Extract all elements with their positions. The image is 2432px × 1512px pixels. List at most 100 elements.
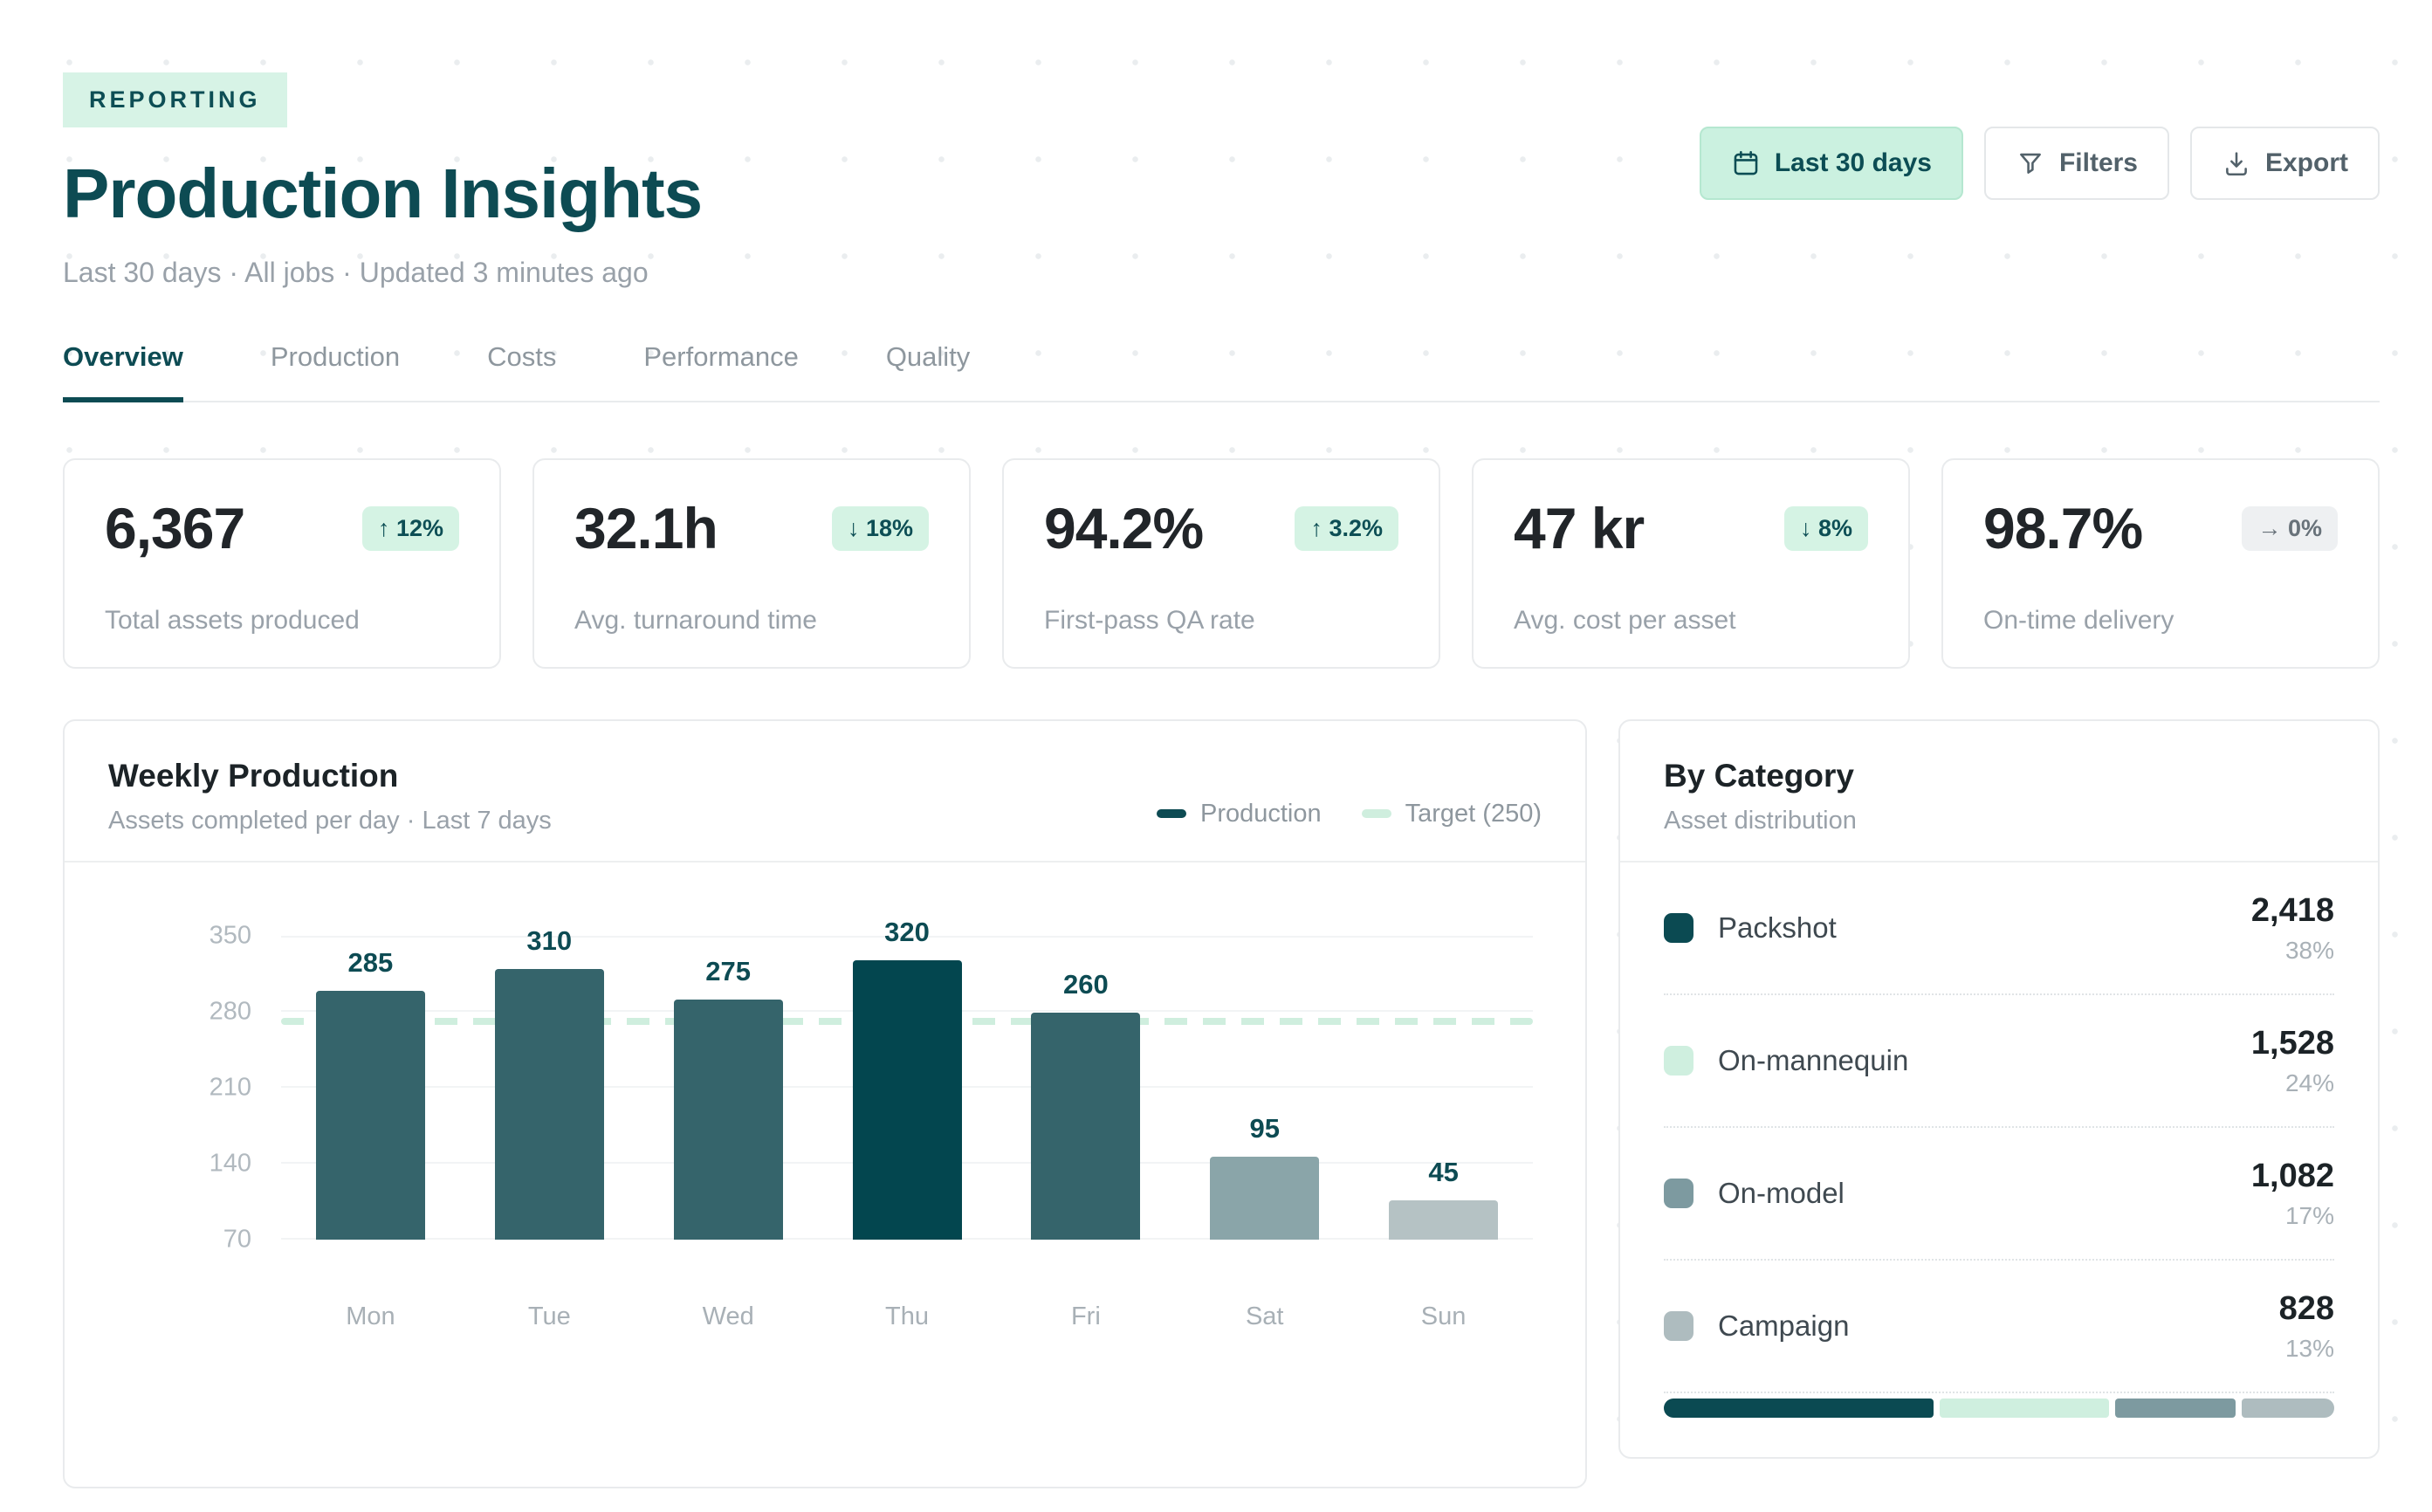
x-tick-mon: Mon xyxy=(281,1302,460,1331)
category-distribution-bar xyxy=(1664,1399,2334,1418)
reporting-badge: REPORTING xyxy=(63,72,287,127)
category-label: Campaign xyxy=(1718,1309,1849,1343)
category-label: On-mannequin xyxy=(1718,1044,1908,1077)
export-button[interactable]: Export xyxy=(2190,127,2380,200)
bar-value-label: 260 xyxy=(1063,969,1109,1000)
category-left: Packshot xyxy=(1664,911,1837,945)
kpi-card-turnaround: 32.1h ↓ 18% Avg. turnaround time xyxy=(532,458,971,669)
category-swatch xyxy=(1664,1311,1693,1341)
weekly-production-panel: Weekly Production Assets completed per d… xyxy=(63,719,1587,1488)
bar-thu[interactable]: 320 xyxy=(853,960,962,1240)
kpi-card-total-assets: 6,367 ↑ 12% Total assets produced xyxy=(63,458,501,669)
y-tick-label: 280 xyxy=(210,998,251,1027)
category-right: 1,528 24% xyxy=(2251,1025,2334,1097)
bar-fri[interactable]: 260 xyxy=(1031,1013,1140,1240)
category-swatch xyxy=(1664,1179,1693,1208)
filter-icon xyxy=(2016,148,2045,178)
category-label: Packshot xyxy=(1718,911,1837,945)
kpi-top: 32.1h ↓ 18% xyxy=(574,495,929,561)
legend-item-target: Target (250) xyxy=(1362,800,1542,828)
kpi-card-cost-per-asset: 47 kr ↓ 8% Avg. cost per asset xyxy=(1472,458,1910,669)
category-label: On-model xyxy=(1718,1177,1845,1210)
kpi-top: 94.2% ↑ 3.2% xyxy=(1044,495,1398,561)
category-right: 2,418 38% xyxy=(2251,892,2334,965)
tab-quality[interactable]: Quality xyxy=(886,341,970,401)
category-swatch xyxy=(1664,913,1693,943)
header-actions: Last 30 days Filters Export xyxy=(1700,127,2380,200)
kpi-card-on-time: 98.7% → 0% On-time delivery xyxy=(1941,458,2380,669)
by-category-title: By Category xyxy=(1664,758,1857,794)
production-insights-page: REPORTING Production Insights Last 30 da… xyxy=(0,0,2432,1488)
category-value: 1,082 xyxy=(2251,1158,2334,1195)
bar-column-fri: 260 xyxy=(996,936,1175,1240)
date-range-button[interactable]: Last 30 days xyxy=(1700,127,1963,200)
category-row-on-mannequin[interactable]: On-mannequin 1,528 24% xyxy=(1664,995,2334,1128)
kpi-card-qa-rate: 94.2% ↑ 3.2% First-pass QA rate xyxy=(1002,458,1440,669)
bar-value-label: 95 xyxy=(1249,1113,1279,1144)
bar-sun[interactable]: 45 xyxy=(1389,1200,1498,1240)
y-tick-label: 70 xyxy=(223,1226,251,1254)
page-header: REPORTING Production Insights Last 30 da… xyxy=(63,72,2380,289)
x-tick-fri: Fri xyxy=(996,1302,1175,1331)
page-title: Production Insights xyxy=(63,154,702,234)
header-left: REPORTING Production Insights Last 30 da… xyxy=(63,72,702,289)
x-tick-tue: Tue xyxy=(460,1302,639,1331)
kpi-value: 6,367 xyxy=(105,495,244,561)
category-swatch xyxy=(1664,1046,1693,1076)
bar-column-tue: 310 xyxy=(460,936,639,1240)
by-category-subtitle: Asset distribution xyxy=(1664,807,1857,835)
category-value: 1,528 xyxy=(2251,1025,2334,1062)
export-label: Export xyxy=(2265,148,2348,178)
tab-performance[interactable]: Performance xyxy=(643,341,798,401)
x-axis: Mon Tue Wed Thu Fri Sat Sun xyxy=(281,1302,1533,1331)
kpi-top: 6,367 ↑ 12% xyxy=(105,495,459,561)
filters-button[interactable]: Filters xyxy=(1984,127,2169,200)
bar-value-label: 285 xyxy=(348,947,394,979)
category-percent: 13% xyxy=(2279,1335,2334,1363)
distribution-segment-on-model xyxy=(2115,1399,2236,1418)
weekly-production-header: Weekly Production Assets completed per d… xyxy=(65,721,1585,863)
category-row-packshot[interactable]: Packshot 2,418 38% xyxy=(1664,863,2334,995)
bar-tue[interactable]: 310 xyxy=(495,969,604,1240)
category-list: Packshot 2,418 38% On-mannequin 1,528 24… xyxy=(1620,863,2378,1418)
category-row-on-model[interactable]: On-model 1,082 17% xyxy=(1664,1128,2334,1261)
category-right: 1,082 17% xyxy=(2251,1158,2334,1230)
bar-value-label: 275 xyxy=(705,956,751,987)
kpi-delta-badge: ↓ 18% xyxy=(832,506,929,551)
date-range-label: Last 30 days xyxy=(1775,148,1932,178)
category-left: On-model xyxy=(1664,1177,1845,1210)
kpi-label: On-time delivery xyxy=(1983,606,2338,636)
chart-legend: Production Target (250) xyxy=(1157,758,1542,861)
page-subtitle: Last 30 days · All jobs · Updated 3 minu… xyxy=(63,257,702,289)
calendar-icon xyxy=(1731,148,1761,178)
category-right: 828 13% xyxy=(2279,1290,2334,1363)
bar-columns: 285 310 275 xyxy=(281,936,1533,1240)
download-icon xyxy=(2222,148,2251,178)
bar-column-sat: 95 xyxy=(1175,936,1354,1240)
production-legend-label: Production xyxy=(1200,800,1322,828)
bar-column-wed: 275 xyxy=(639,936,818,1240)
kpi-label: First-pass QA rate xyxy=(1044,606,1398,636)
bar-value-label: 45 xyxy=(1428,1157,1458,1188)
tab-bar: Overview Production Costs Performance Qu… xyxy=(63,341,2380,402)
bar-column-sun: 45 xyxy=(1354,936,1533,1240)
bar-wed[interactable]: 275 xyxy=(674,1000,783,1240)
kpi-label: Avg. turnaround time xyxy=(574,606,929,636)
by-category-panel: By Category Asset distribution Packshot … xyxy=(1618,719,2380,1459)
target-legend-label: Target (250) xyxy=(1405,800,1542,828)
by-category-header: By Category Asset distribution xyxy=(1620,721,2378,863)
category-left: Campaign xyxy=(1664,1309,1849,1343)
kpi-top: 98.7% → 0% xyxy=(1983,495,2338,561)
bar-sat[interactable]: 95 xyxy=(1210,1157,1319,1240)
tab-overview[interactable]: Overview xyxy=(63,341,183,401)
kpi-value: 32.1h xyxy=(574,495,718,561)
category-percent: 24% xyxy=(2251,1069,2334,1097)
by-category-titles: By Category Asset distribution xyxy=(1664,758,1857,861)
bar-value-label: 320 xyxy=(884,917,930,948)
bar-mon[interactable]: 285 xyxy=(316,991,425,1240)
x-tick-wed: Wed xyxy=(639,1302,818,1331)
tab-costs[interactable]: Costs xyxy=(487,341,556,401)
tab-production[interactable]: Production xyxy=(271,341,400,401)
category-row-campaign[interactable]: Campaign 828 13% xyxy=(1664,1261,2334,1393)
distribution-segment-campaign xyxy=(2242,1399,2334,1418)
